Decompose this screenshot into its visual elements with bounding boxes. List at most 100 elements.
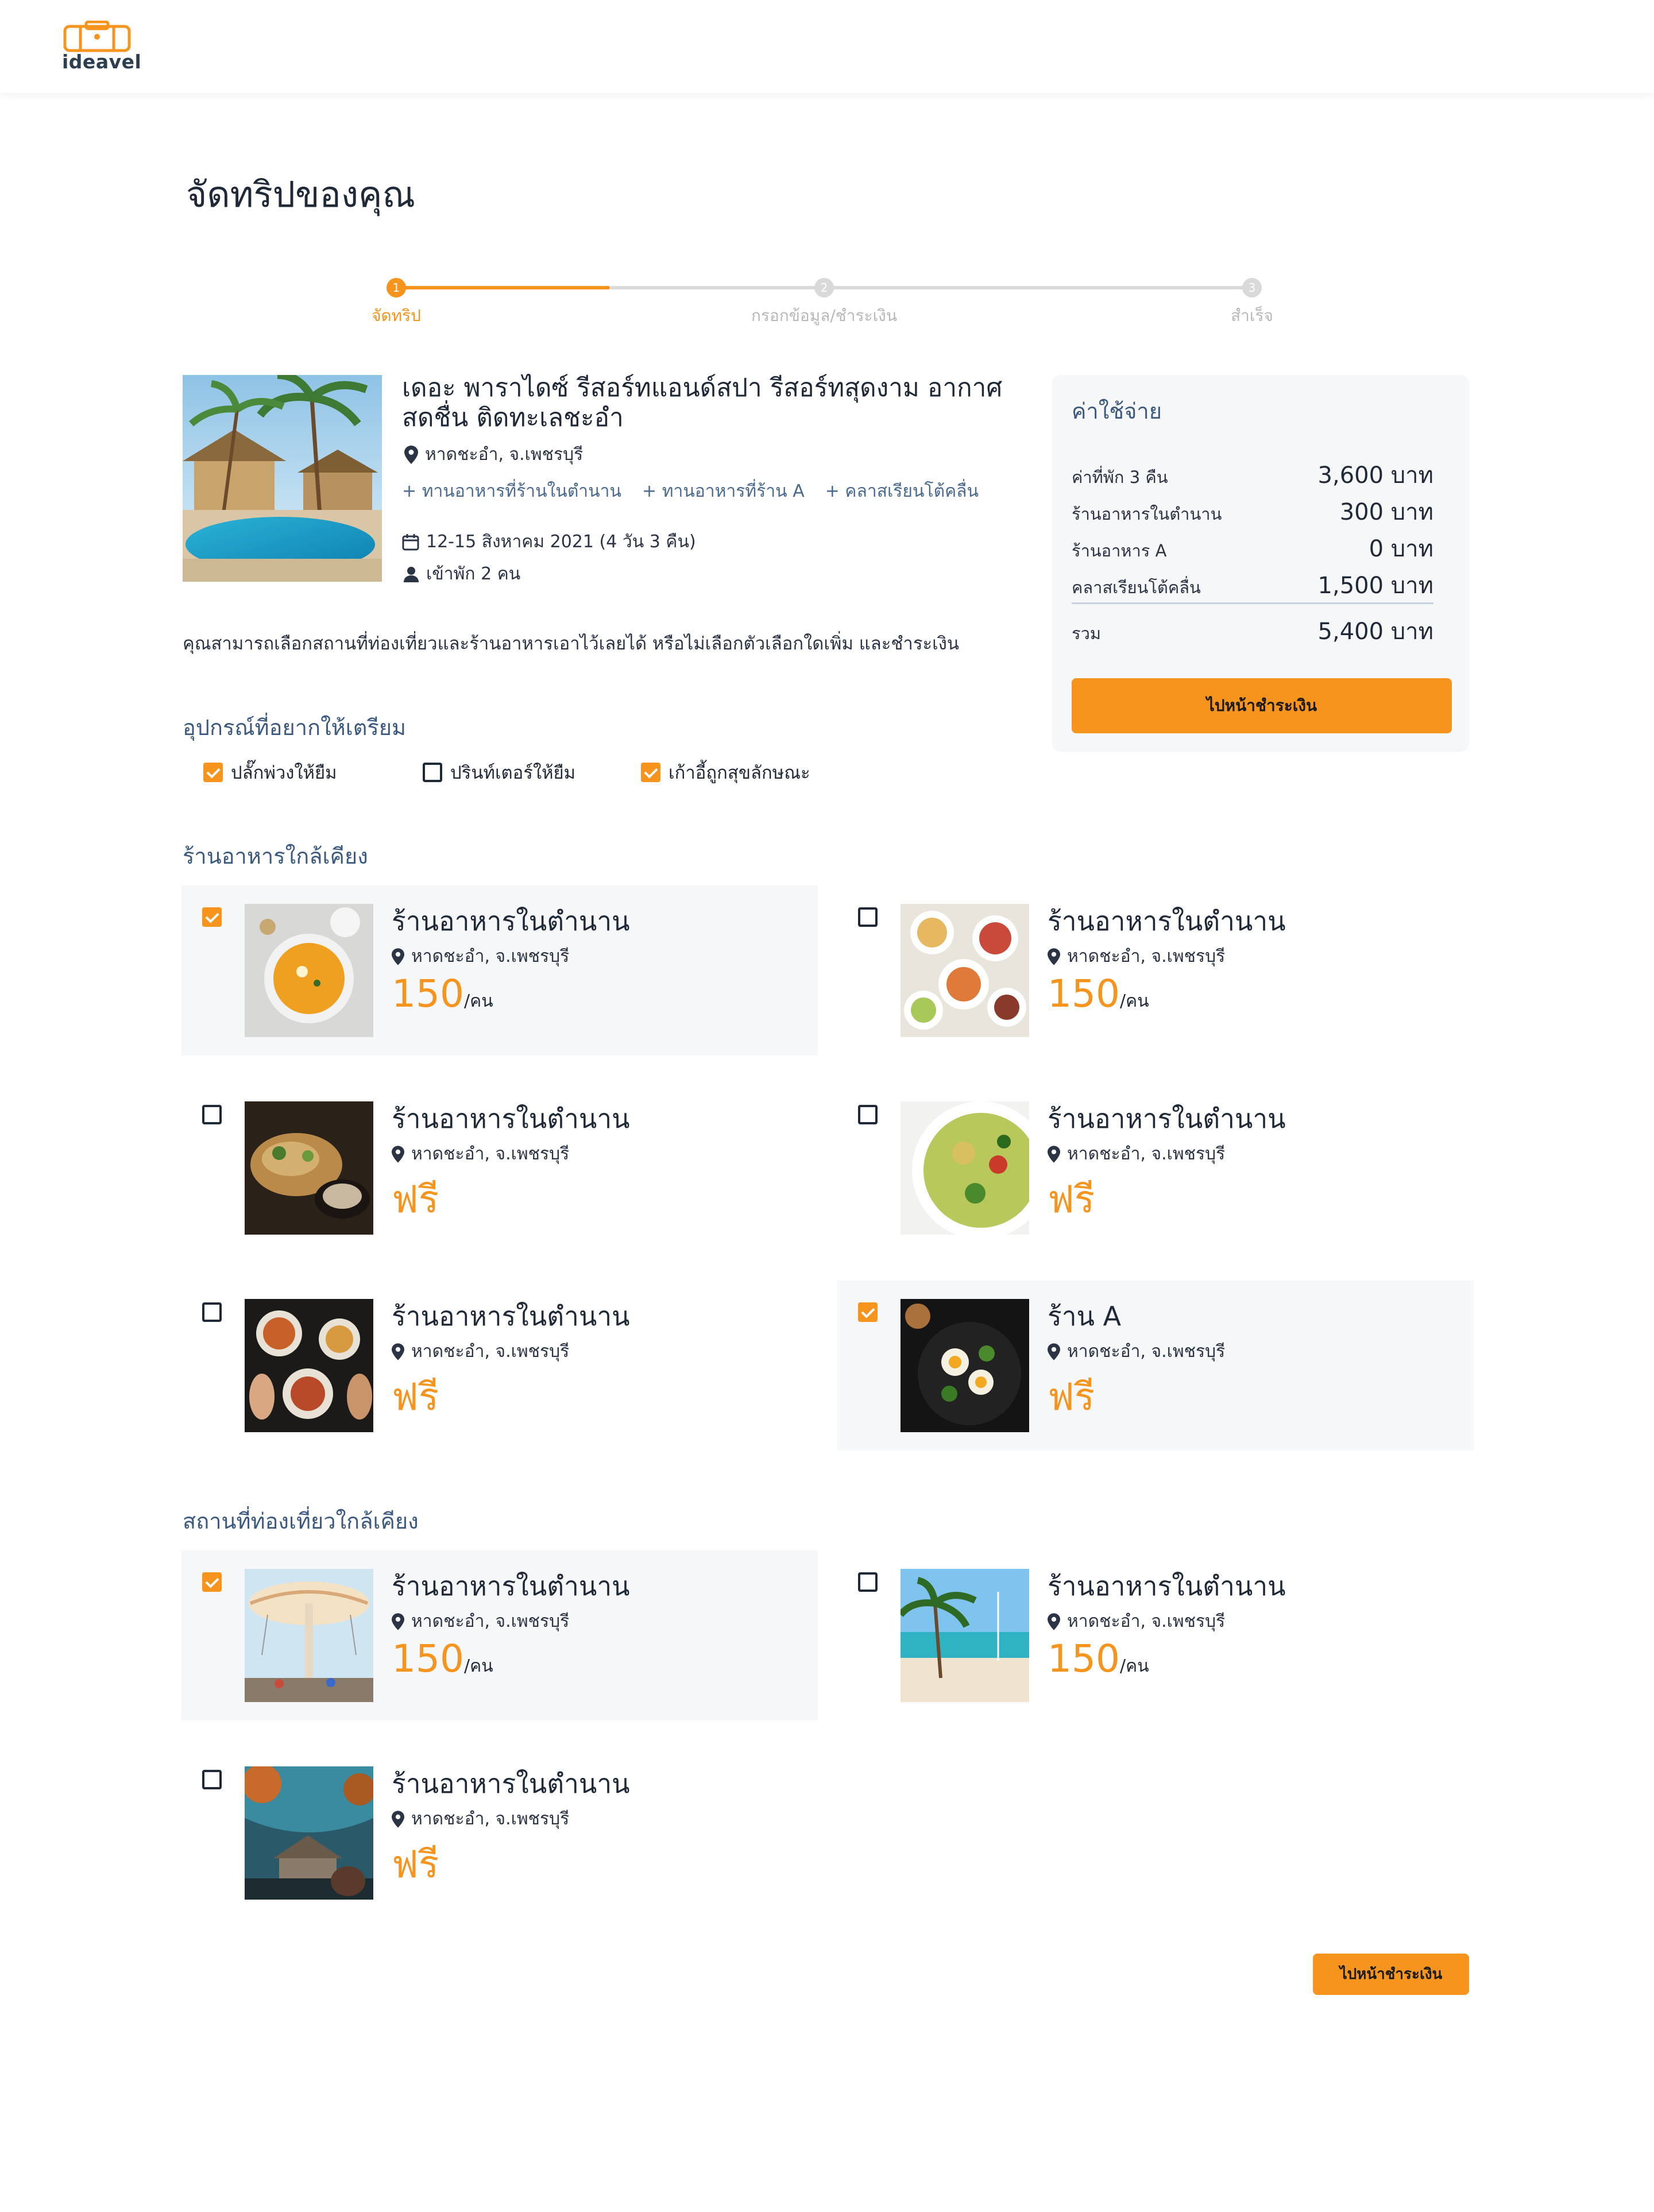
attraction-photo bbox=[245, 1569, 373, 1702]
map-pin-icon bbox=[1048, 1612, 1060, 1630]
attraction-location-text: หาดชะอำ, จ.เพชรบุรี bbox=[411, 1809, 570, 1829]
addon-item[interactable]: ทานอาหารที่ร้านในตำนาน bbox=[402, 478, 621, 505]
restaurant-price: ฟรี bbox=[1048, 1169, 1095, 1229]
equipment-option[interactable]: ปรินท์เตอร์ให้ยืม bbox=[423, 758, 575, 787]
checkbox-unchecked[interactable] bbox=[858, 1105, 878, 1124]
restaurant-card[interactable]: ร้านอาหารในตำนาน หาดชะอำ, จ.เพชรบุรี ฟรี bbox=[837, 1083, 1474, 1253]
checkbox-unchecked[interactable] bbox=[858, 1572, 878, 1592]
attraction-card[interactable]: ร้านอาหารในตำนาน หาดชะอำ, จ.เพชรบุรี 150… bbox=[837, 1550, 1474, 1720]
attraction-card[interactable]: ร้านอาหารในตำนาน หาดชะอำ, จ.เพชรบุรี 150… bbox=[181, 1550, 818, 1720]
step-2-label: กรอกข้อมูล/ชำระเงิน bbox=[751, 306, 897, 325]
step-1-dot: 1 bbox=[387, 278, 406, 297]
attraction-card[interactable]: ร้านอาหารในตำนาน หาดชะอำ, จ.เพชรบุรี ฟรี bbox=[181, 1748, 818, 1918]
cost-label: คลาสเรียนโต้คลื่น bbox=[1072, 578, 1201, 597]
addon-item[interactable]: ทานอาหารที่ร้าน A bbox=[642, 478, 805, 505]
hotel-addon-list: ทานอาหารที่ร้านในตำนาน ทานอาหารที่ร้าน A… bbox=[402, 478, 979, 505]
map-pin-icon bbox=[392, 1810, 404, 1828]
suitcase-logo-icon bbox=[63, 21, 131, 52]
restaurant-name: ร้านอาหารในตำนาน bbox=[392, 906, 630, 937]
restaurant-name: ร้านอาหารในตำนาน bbox=[1048, 906, 1286, 937]
restaurant-location-text: หาดชะอำ, จ.เพชรบุรี bbox=[411, 1341, 570, 1362]
restaurant-location: หาดชะอำ, จ.เพชรบุรี bbox=[1048, 1338, 1225, 1365]
checkbox-unchecked[interactable] bbox=[202, 1302, 222, 1322]
restaurant-card[interactable]: ร้านอาหารในตำนาน หาดชะอำ, จ.เพชรบุรี ฟรี bbox=[181, 1281, 818, 1451]
equipment-section-title: อุปกรณ์ที่อยากให้เตรียม bbox=[183, 715, 407, 740]
hotel-title[interactable]: เดอะ พาราไดซ์ รีสอร์ทแอนด์สปา รีสอร์ทสุด… bbox=[402, 373, 1005, 433]
step-3-label: สำเร็จ bbox=[1231, 306, 1273, 325]
cost-total-label: รวม bbox=[1072, 624, 1101, 643]
attraction-location-text: หาดชะอำ, จ.เพชรบุรี bbox=[1067, 1611, 1226, 1631]
hotel-location-text: หาดชะอำ, จ.เพชรบุรี bbox=[425, 444, 583, 465]
go-to-payment-button[interactable]: ไปหน้าชำระเงิน bbox=[1072, 678, 1452, 733]
restaurant-price: ฟรี bbox=[1048, 1367, 1095, 1427]
attraction-location: หาดชะอำ, จ.เพชรบุรี bbox=[392, 1608, 569, 1635]
attraction-location-text: หาดชะอำ, จ.เพชรบุรี bbox=[411, 1611, 570, 1631]
calendar-icon bbox=[402, 533, 419, 550]
cost-total-row: รวม 5,400 บาท bbox=[1072, 613, 1433, 649]
restaurant-name: ร้าน A bbox=[1048, 1301, 1122, 1332]
restaurant-location-text: หาดชะอำ, จ.เพชรบุรี bbox=[1067, 1144, 1226, 1164]
restaurant-location-text: หาดชะอำ, จ.เพชรบุรี bbox=[1067, 1341, 1226, 1362]
cost-label: ร้านอาหารในตำนาน bbox=[1072, 504, 1222, 524]
equipment-label: ปลั๊กพ่วงให้ยืม bbox=[231, 763, 337, 783]
attractions-section-title: สถานที่ท่องเที่ยวใกล้เคียง bbox=[183, 1509, 419, 1534]
restaurant-price: ฟรี bbox=[392, 1367, 439, 1427]
step-2-dot: 2 bbox=[814, 278, 834, 297]
restaurant-location-text: หาดชะอำ, จ.เพชรบุรี bbox=[411, 1144, 570, 1164]
checkbox-unchecked[interactable] bbox=[858, 907, 878, 927]
restaurant-location: หาดชะอำ, จ.เพชรบุรี bbox=[392, 1140, 569, 1167]
equipment-option[interactable]: ปลั๊กพ่วงให้ยืม bbox=[203, 758, 337, 787]
restaurant-card[interactable]: ร้านอาหารในตำนาน หาดชะอำ, จ.เพชรบุรี ฟรี bbox=[181, 1083, 818, 1253]
restaurant-card[interactable]: ร้าน A หาดชะอำ, จ.เพชรบุรี ฟรี bbox=[837, 1281, 1474, 1451]
restaurant-photo bbox=[901, 1101, 1029, 1235]
cost-label: ค่าที่พัก 3 คืน bbox=[1072, 467, 1168, 487]
restaurant-price: 150/คน bbox=[1048, 972, 1149, 1016]
map-pin-icon bbox=[392, 948, 404, 965]
checkbox-checked[interactable] bbox=[202, 907, 222, 927]
stepper-track-line bbox=[610, 286, 1252, 289]
cost-label: ร้านอาหาร A bbox=[1072, 541, 1167, 560]
checkbox-checked[interactable] bbox=[858, 1302, 878, 1322]
price-unit: /คน bbox=[1119, 991, 1149, 1011]
map-pin-icon bbox=[1048, 1145, 1060, 1163]
addon-item[interactable]: คลาสเรียนโต้คลื่น bbox=[825, 478, 979, 505]
cost-summary-panel: ค่าใช้จ่าย ค่าที่พัก 3 คืน 3,600 บาท ร้า… bbox=[1052, 375, 1469, 752]
hotel-location: หาดชะอำ, จ.เพชรบุรี bbox=[404, 441, 583, 468]
restaurant-card[interactable]: ร้านอาหารในตำนาน หาดชะอำ, จ.เพชรบุรี 150… bbox=[837, 885, 1474, 1055]
restaurant-price: 150/คน bbox=[392, 972, 493, 1016]
step-1-label: จัดทริป bbox=[372, 306, 421, 325]
price-value: ฟรี bbox=[392, 1842, 439, 1886]
restaurant-name: ร้านอาหารในตำนาน bbox=[392, 1103, 630, 1134]
guest-count: เข้าพัก 2 คน bbox=[403, 560, 520, 587]
checkbox-unchecked[interactable] bbox=[202, 1105, 222, 1124]
attraction-price: 150/คน bbox=[392, 1637, 493, 1681]
price-value: 150 bbox=[392, 972, 464, 1016]
cost-title: ค่าใช้จ่าย bbox=[1072, 399, 1162, 424]
restaurant-card[interactable]: ร้านอาหารในตำนาน หาดชะอำ, จ.เพชรบุรี 150… bbox=[181, 885, 818, 1055]
bottom-go-to-payment-button[interactable]: ไปหน้าชำระเงิน bbox=[1313, 1954, 1469, 1995]
checkbox-checked[interactable] bbox=[203, 763, 223, 782]
user-icon bbox=[404, 566, 419, 582]
attraction-price: ฟรี bbox=[392, 1834, 439, 1894]
checkbox-checked[interactable] bbox=[202, 1572, 222, 1592]
map-pin-icon bbox=[1048, 948, 1060, 965]
restaurant-location: หาดชะอำ, จ.เพชรบุรี bbox=[1048, 1140, 1225, 1167]
checkbox-unchecked[interactable] bbox=[423, 763, 442, 782]
cost-row: ค่าที่พัก 3 คืน 3,600 บาท bbox=[1072, 457, 1433, 493]
cost-amount: 0 บาท bbox=[1369, 536, 1433, 562]
equipment-label: ปรินท์เตอร์ให้ยืม bbox=[450, 763, 576, 783]
checkbox-checked[interactable] bbox=[641, 763, 660, 782]
attraction-name: ร้านอาหารในตำนาน bbox=[1048, 1571, 1286, 1602]
top-navbar: ideavel bbox=[0, 0, 1654, 93]
guest-count-text: เข้าพัก 2 คน bbox=[426, 564, 521, 584]
cost-amount: 3,600 บาท bbox=[1317, 462, 1433, 489]
map-pin-icon bbox=[392, 1145, 404, 1163]
attraction-location: หาดชะอำ, จ.เพชรบุรี bbox=[392, 1805, 569, 1832]
logo[interactable]: ideavel bbox=[61, 21, 141, 75]
equipment-option[interactable]: เก้าอี้ถูกสุขลักษณะ bbox=[641, 758, 810, 787]
map-pin-icon bbox=[404, 445, 418, 464]
restaurant-price: ฟรี bbox=[392, 1169, 439, 1229]
checkbox-unchecked[interactable] bbox=[202, 1770, 222, 1789]
price-value: ฟรี bbox=[392, 1177, 439, 1221]
price-value: ฟรี bbox=[392, 1375, 439, 1419]
